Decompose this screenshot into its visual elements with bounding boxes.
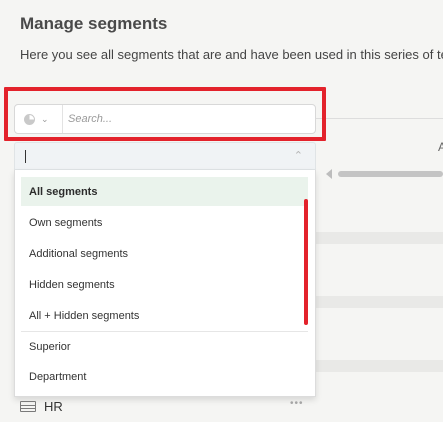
table-row[interactable]: HR [20, 399, 63, 414]
scroll-left-arrow-icon[interactable] [326, 169, 332, 179]
option-superior[interactable]: Superior [21, 332, 308, 361]
page-title: Manage segments [20, 14, 168, 33]
table-column-header: A [438, 140, 443, 154]
table-row-background [316, 232, 443, 244]
horizontal-scroll-thumb[interactable] [338, 171, 443, 177]
horizontal-scrollbar[interactable] [326, 169, 443, 179]
row-label: HR [44, 399, 63, 414]
option-hidden-segments[interactable]: Hidden segments [21, 270, 308, 299]
segment-type-select[interactable]: ⌃ [14, 142, 316, 170]
more-options-icon[interactable]: ••• [290, 398, 304, 409]
highlight-annotation-box [4, 87, 326, 141]
option-additional-segments[interactable]: Additional segments [21, 239, 308, 268]
segment-type-dropdown: All segments Own segments Additional seg… [14, 170, 316, 397]
option-department[interactable]: Department [21, 362, 308, 391]
option-all-plus-hidden-segments[interactable]: All + Hidden segments [21, 301, 308, 330]
text-cursor [25, 150, 26, 163]
option-all-segments[interactable]: All segments [21, 177, 308, 206]
chevron-up-icon[interactable]: ⌃ [294, 149, 303, 162]
table-icon [20, 401, 36, 412]
table-header-divider [316, 118, 443, 119]
table-row-background [316, 360, 443, 372]
option-own-segments[interactable]: Own segments [21, 208, 308, 237]
page-subtitle: Here you see all segments that are and h… [20, 47, 443, 62]
vertical-scroll-highlight [304, 199, 308, 325]
table-row-background [316, 296, 443, 308]
